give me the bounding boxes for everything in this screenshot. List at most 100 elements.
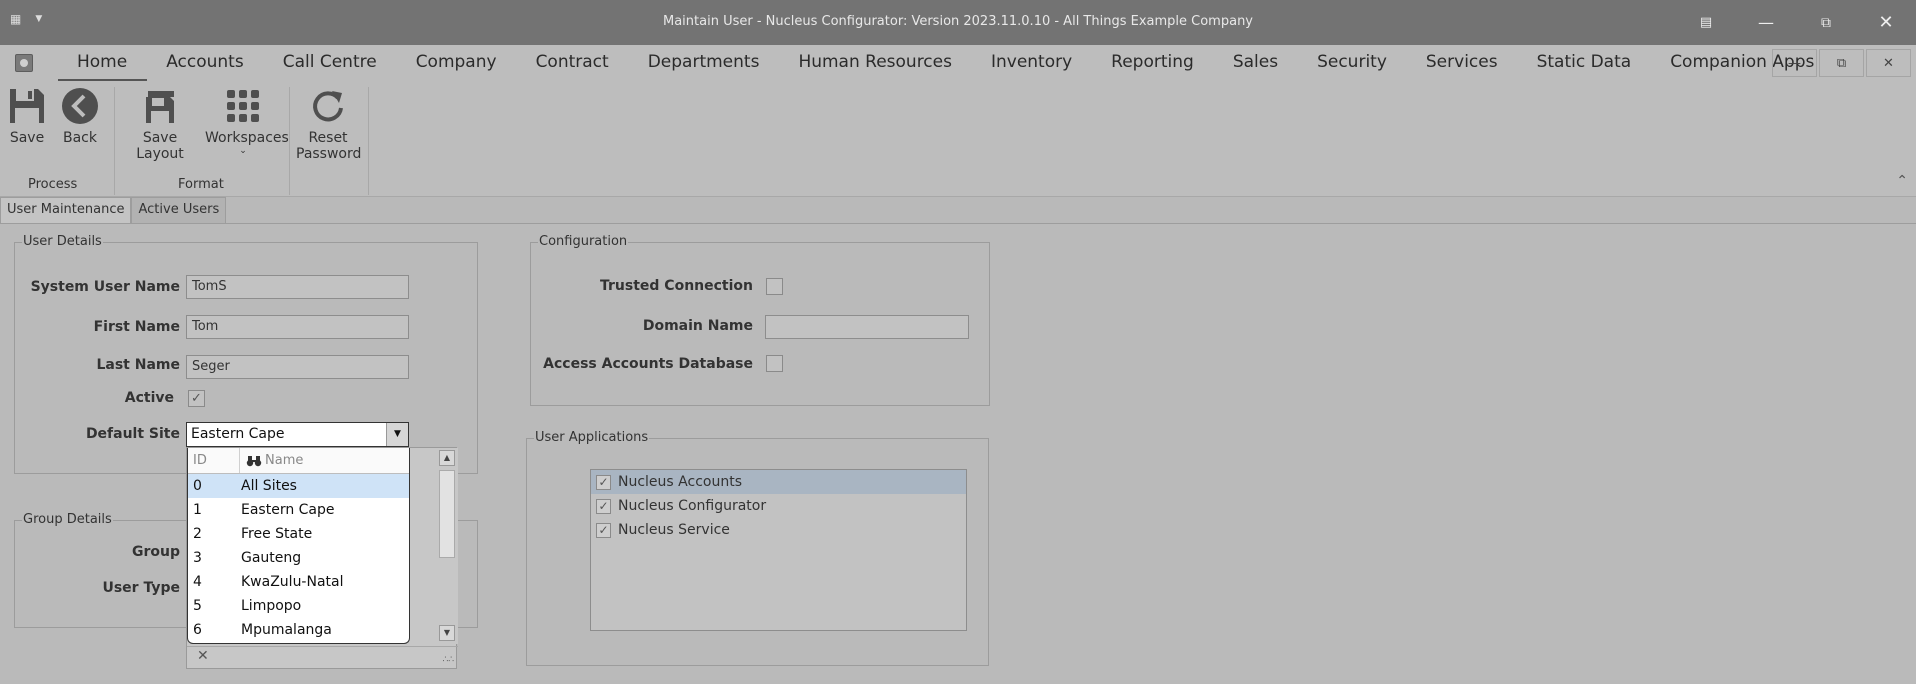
default-site-value: Eastern Cape xyxy=(191,426,285,442)
menu-home[interactable]: Home xyxy=(58,45,148,81)
minimize-button[interactable]: — xyxy=(1736,0,1796,45)
checkbox-checked-icon[interactable]: ✓ xyxy=(596,522,611,538)
app-menu-icon[interactable] xyxy=(15,54,33,72)
menu-sales[interactable]: Sales xyxy=(1214,45,1298,81)
site-name: Free State xyxy=(241,526,313,542)
app-name: Nucleus Accounts xyxy=(618,474,742,490)
clear-icon[interactable]: ✕ xyxy=(197,648,209,664)
group-label-format: Format xyxy=(178,177,224,192)
list-item[interactable]: 6 Mpumalanga xyxy=(188,618,409,642)
user-applications-title: User Applications xyxy=(534,430,650,445)
list-item[interactable]: 5 Limpopo xyxy=(188,594,409,618)
site-name: All Sites xyxy=(241,478,297,494)
menu-departments[interactable]: Departments xyxy=(629,45,780,81)
scroll-thumb[interactable] xyxy=(439,470,455,558)
column-header-name[interactable]: Name xyxy=(240,448,303,473)
site-dropdown-list[interactable]: ID Name 0 All Sites 1 Eastern Cape 2 Free S… xyxy=(187,448,410,644)
last-name-input[interactable]: Seger xyxy=(186,355,409,379)
menu-inventory[interactable]: Inventory xyxy=(972,45,1092,81)
menu-reporting[interactable]: Reporting xyxy=(1092,45,1214,81)
scroll-up-icon[interactable]: ▲ xyxy=(439,450,455,466)
list-item[interactable]: 2 Free State xyxy=(188,522,409,546)
list-item[interactable]: 4 KwaZulu-Natal xyxy=(188,570,409,594)
user-details-title: User Details xyxy=(22,234,103,249)
dropdown-header: ID Name xyxy=(188,448,409,474)
tab-active-users[interactable]: Active Users xyxy=(131,197,227,223)
menu-security[interactable]: Security xyxy=(1298,45,1407,81)
mdi-restore-button[interactable]: ⧉ xyxy=(1819,49,1864,77)
mdi-minimize-button[interactable]: — xyxy=(1772,49,1817,77)
configuration-title: Configuration xyxy=(538,234,629,249)
reset-password-button[interactable]: Reset Password xyxy=(296,86,361,162)
close-button[interactable]: ✕ xyxy=(1856,0,1916,45)
menu-call-centre[interactable]: Call Centre xyxy=(264,45,397,81)
workspaces-label: Workspaces xyxy=(205,130,289,146)
first-name-label: First Name xyxy=(93,319,180,335)
list-item[interactable]: ✓ Nucleus Configurator xyxy=(591,494,966,518)
checkbox-checked-icon[interactable]: ✓ xyxy=(596,474,611,490)
menu-accounts[interactable]: Accounts xyxy=(147,45,264,81)
list-item[interactable]: 1 Eastern Cape xyxy=(188,498,409,522)
menu-static-data[interactable]: Static Data xyxy=(1518,45,1652,81)
group-details-title: Group Details xyxy=(22,512,113,527)
list-item[interactable]: 3 Gauteng xyxy=(188,546,409,570)
active-checkbox[interactable]: ✓ xyxy=(188,390,205,407)
scroll-down-icon[interactable]: ▼ xyxy=(439,625,455,641)
menu-human-resources[interactable]: Human Resources xyxy=(779,45,972,81)
list-item[interactable]: 0 All Sites xyxy=(188,474,409,498)
reset-password-label-1: Reset xyxy=(308,130,348,146)
trusted-connection-label: Trusted Connection xyxy=(600,278,753,294)
active-label: Active xyxy=(124,390,174,406)
ribbon-separator xyxy=(114,87,115,195)
system-user-name-input[interactable]: TomS xyxy=(186,275,409,299)
menu-contract[interactable]: Contract xyxy=(517,45,629,81)
column-header-id[interactable]: ID xyxy=(188,448,240,473)
site-name: KwaZulu-Natal xyxy=(241,574,344,590)
site-name: Gauteng xyxy=(241,550,302,566)
binoculars-icon[interactable] xyxy=(246,455,262,467)
menu-services[interactable]: Services xyxy=(1407,45,1518,81)
site-id: 0 xyxy=(193,478,202,494)
save-button[interactable]: Save xyxy=(6,86,48,146)
domain-name-input[interactable] xyxy=(765,315,969,339)
group-label-process: Process xyxy=(28,177,78,192)
site-name: Limpopo xyxy=(241,598,302,614)
default-site-combo[interactable]: Eastern Cape ▼ xyxy=(186,422,409,447)
ribbon: Save Back Save Layout Workspaces ⌄ Reset… xyxy=(0,81,1916,197)
default-site-label: Default Site xyxy=(85,426,180,442)
chevron-up-icon[interactable]: ⌃ xyxy=(1896,173,1908,189)
pin-icon[interactable]: ▤ xyxy=(1676,0,1736,45)
menu-company[interactable]: Company xyxy=(397,45,517,81)
domain-name-label: Domain Name xyxy=(642,318,753,334)
workspaces-button[interactable]: Workspaces ⌄ xyxy=(205,86,289,156)
list-item[interactable]: ✓ Nucleus Service xyxy=(591,518,966,542)
dropdown-scrollbar[interactable]: ▲ ▼ xyxy=(437,448,458,644)
ribbon-separator xyxy=(368,87,369,195)
back-icon xyxy=(62,88,98,124)
list-item[interactable]: ✓ Nucleus Accounts xyxy=(591,470,966,494)
trusted-connection-checkbox[interactable] xyxy=(766,278,783,295)
access-accounts-db-checkbox[interactable] xyxy=(766,355,783,372)
site-id: 6 xyxy=(193,622,202,638)
checkbox-checked-icon[interactable]: ✓ xyxy=(596,498,611,514)
site-id: 5 xyxy=(193,598,202,614)
ribbon-separator xyxy=(289,87,290,195)
menu-bar: Home Accounts Call Centre Company Contra… xyxy=(0,45,1916,81)
tab-strip: User Maintenance Active Users xyxy=(0,197,227,223)
window-title: Maintain User - Nucleus Configurator: Ve… xyxy=(662,14,1253,29)
mdi-close-button[interactable]: ✕ xyxy=(1866,49,1911,77)
dropdown-arrow-icon[interactable]: ▼ xyxy=(386,423,408,446)
user-applications-list[interactable]: ✓ Nucleus Accounts ✓ Nucleus Configurator … xyxy=(590,469,967,631)
resize-grip-icon[interactable]: ∴∴ xyxy=(443,655,454,665)
tab-user-maintenance[interactable]: User Maintenance xyxy=(0,197,132,223)
refresh-icon xyxy=(313,91,343,122)
app-name: Nucleus Configurator xyxy=(618,498,767,514)
workspaces-icon xyxy=(227,90,259,122)
restore-button[interactable]: ⧉ xyxy=(1796,0,1856,45)
last-name-label: Last Name xyxy=(96,357,180,373)
first-name-input[interactable]: Tom xyxy=(186,315,409,339)
save-layout-button[interactable]: Save Layout xyxy=(119,86,201,162)
site-id: 4 xyxy=(193,574,202,590)
save-label: Save xyxy=(9,130,45,146)
back-button[interactable]: Back xyxy=(58,86,102,146)
